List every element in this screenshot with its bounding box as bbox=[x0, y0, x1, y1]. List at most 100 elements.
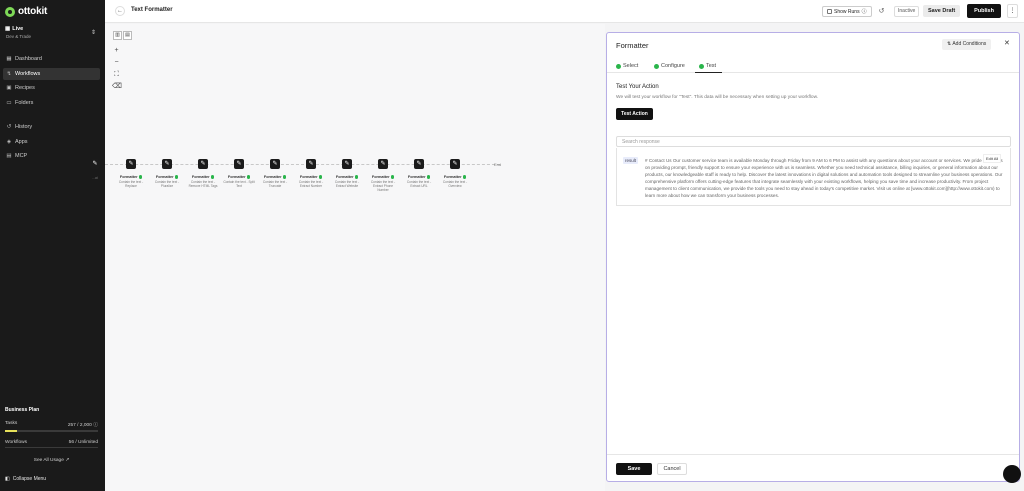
result-key: result bbox=[623, 157, 639, 164]
formatter-icon: ✎ bbox=[90, 159, 100, 169]
success-dot-icon bbox=[462, 175, 467, 179]
workflow-node[interactable]: ✎ Formatter Contain the text - Pluralize bbox=[151, 159, 183, 188]
horizontal-layout-icon[interactable]: ▤ bbox=[123, 31, 132, 40]
edit-all-button[interactable]: Edit All bbox=[983, 154, 1002, 163]
zoom-in-icon[interactable]: + bbox=[112, 46, 121, 55]
workflow-node[interactable]: ✎ Formatter Contain the text - Overview bbox=[439, 159, 471, 188]
panel-title: Formatter bbox=[616, 41, 649, 50]
node-subtitle: Contain the text - Remove HTML Tags bbox=[188, 180, 218, 188]
sidebar-item-label: MCP bbox=[15, 153, 28, 159]
tab-test[interactable]: Test bbox=[694, 63, 723, 73]
workflow-node[interactable]: ✎ Formatter Contain the text - Replace bbox=[115, 159, 147, 188]
show-runs-label: Show Runs bbox=[834, 8, 860, 15]
success-dot-icon bbox=[210, 175, 215, 179]
folder-icon: ▭ bbox=[6, 99, 12, 106]
end-node[interactable]: End bbox=[494, 162, 501, 167]
sidebar-item-folders[interactable]: ▭ Folders bbox=[3, 97, 100, 109]
node-title: Formatter bbox=[403, 175, 435, 179]
close-icon[interactable]: ✕ bbox=[1004, 39, 1010, 47]
sidebar: ottokit ▦ Live Dev & Trade ⇕ ▦ Dashboard ↯… bbox=[0, 0, 105, 491]
formatter-icon: ✎ bbox=[126, 159, 136, 169]
plan-title: Business Plan bbox=[5, 407, 40, 413]
see-all-usage-link[interactable]: See All Usage ↗ bbox=[5, 458, 98, 463]
node-subtitle: Contain the text - Pluralize bbox=[154, 180, 180, 188]
workflow-node[interactable]: ✎ Formatter Contain the text - Extract Num… bbox=[295, 159, 327, 188]
zoom-out-icon[interactable]: − bbox=[112, 58, 121, 67]
workflow-node[interactable]: ✎ Formatter Contain the text - Extract Web… bbox=[331, 159, 363, 188]
node-title-text: Formatter bbox=[227, 175, 246, 179]
branch-icon: ⇅ bbox=[947, 41, 952, 47]
formatter-icon: ✎ bbox=[198, 159, 208, 169]
org-switcher[interactable]: ▦ Live Dev & Trade ⇕ bbox=[5, 26, 100, 42]
sidebar-item-dashboard[interactable]: ▦ Dashboard bbox=[3, 53, 100, 65]
sidebar-item-label: Recipes bbox=[15, 85, 35, 91]
node-subtitle: Contain the text - Extract Phone Number bbox=[370, 180, 396, 192]
sidebar-item-recipes[interactable]: ▣ Recipes bbox=[3, 82, 100, 94]
workflow-canvas[interactable]: ▥ ▤ + − ⛶ ⌫ ✎ ...at ✎ Formatter Contain the … bbox=[90, 24, 605, 491]
publish-button[interactable]: Publish bbox=[967, 4, 1001, 18]
cancel-button[interactable]: Cancel bbox=[657, 463, 687, 475]
more-options-icon[interactable]: ⋮ bbox=[1007, 4, 1018, 18]
fit-view-icon[interactable]: ⛶ bbox=[112, 70, 121, 79]
recipes-icon: ▣ bbox=[6, 85, 12, 91]
info-icon[interactable]: ⓘ bbox=[93, 423, 98, 428]
add-conditions-button[interactable]: ⇅ Add Conditions bbox=[942, 39, 992, 50]
sidebar-item-label: Apps bbox=[15, 138, 28, 145]
show-runs-toggle[interactable]: Show Runs ⓘ bbox=[822, 6, 872, 17]
sidebar-item-label: Workflows bbox=[15, 70, 41, 77]
tab-label: Configure bbox=[661, 63, 685, 69]
workflow-node[interactable]: ✎ ...at bbox=[79, 159, 111, 180]
node-title-text: Formatter bbox=[191, 175, 210, 179]
workflow-node[interactable]: ✎ Formatter Contain the text - Truncate bbox=[259, 159, 291, 188]
workflow-node[interactable]: ✎ Formatter Contain the text - Extract URL bbox=[403, 159, 435, 188]
node-title: Formatter bbox=[187, 175, 219, 179]
check-circle-icon bbox=[616, 63, 621, 69]
logo[interactable]: ottokit bbox=[5, 6, 47, 17]
node-title-text: Formatter bbox=[119, 175, 138, 179]
node-subtitle: Contain the text - Extract URL bbox=[406, 180, 432, 188]
save-draft-button[interactable]: Save Draft bbox=[923, 5, 961, 17]
workflow-node[interactable]: ✎ Formatter Contain the text - Split Text bbox=[223, 159, 255, 188]
tab-select[interactable]: Select bbox=[616, 63, 638, 69]
org-subtitle: Dev & Trade bbox=[6, 34, 32, 39]
version-history-icon[interactable]: ↺ bbox=[876, 6, 887, 17]
ottokit-logo-icon bbox=[5, 6, 15, 17]
collapse-menu-label: Collapse Menu bbox=[12, 476, 47, 482]
node-title: Formatter bbox=[115, 175, 147, 179]
sidebar-item-history[interactable]: ↺ History bbox=[3, 121, 100, 133]
workflow-node[interactable]: ✎ Formatter Contain the text - Extract Pho… bbox=[367, 159, 399, 192]
clean-up-icon[interactable]: ⌫ bbox=[112, 82, 122, 91]
workflow-title[interactable]: Text Formatter bbox=[131, 7, 173, 13]
workflows-progress-bar bbox=[5, 446, 98, 448]
sidebar-item-label: Folders bbox=[15, 99, 34, 106]
test-title: Test Your Action bbox=[616, 84, 659, 90]
collapse-menu-button[interactable]: ◧ Collapse Menu bbox=[5, 476, 46, 482]
back-arrow-icon[interactable]: ← bbox=[115, 6, 125, 16]
sidebar-item-label: History bbox=[15, 124, 33, 130]
vertical-layout-icon[interactable]: ▥ bbox=[113, 31, 122, 40]
test-action-button[interactable]: Test Action bbox=[616, 108, 653, 120]
formatter-icon: ✎ bbox=[450, 159, 460, 169]
formatter-icon: ✎ bbox=[306, 159, 316, 169]
sidebar-item-apps[interactable]: ◈ Apps bbox=[3, 136, 100, 148]
status-badge[interactable]: Inactive bbox=[894, 6, 920, 17]
check-circle-icon bbox=[654, 63, 659, 69]
node-title: Formatter bbox=[367, 175, 399, 179]
sidebar-item-label: Dashboard bbox=[15, 56, 42, 62]
workflow-node[interactable]: ✎ Formatter Contain the text - Remove HTML… bbox=[187, 159, 219, 188]
workflow-icon: ↯ bbox=[6, 70, 12, 77]
node-title: Formatter bbox=[295, 175, 327, 179]
success-dot-icon bbox=[354, 175, 359, 179]
tab-configure[interactable]: Configure bbox=[654, 63, 685, 69]
show-runs-checkbox[interactable] bbox=[827, 9, 832, 14]
tab-label: Select bbox=[623, 63, 639, 69]
search-response-input[interactable]: Search response bbox=[616, 136, 1011, 147]
workflows-value: 56 / Unlimited bbox=[68, 439, 98, 445]
success-dot-icon bbox=[426, 175, 431, 179]
save-button[interactable]: Save bbox=[616, 463, 652, 475]
result-value: # Contact Us Our customer service team i… bbox=[645, 158, 1003, 198]
org-name: Live bbox=[12, 26, 24, 32]
sidebar-item-workflows[interactable]: ↯ Workflows bbox=[3, 67, 100, 80]
chat-support-icon[interactable] bbox=[1003, 465, 1021, 483]
node-title: Formatter bbox=[331, 175, 363, 179]
